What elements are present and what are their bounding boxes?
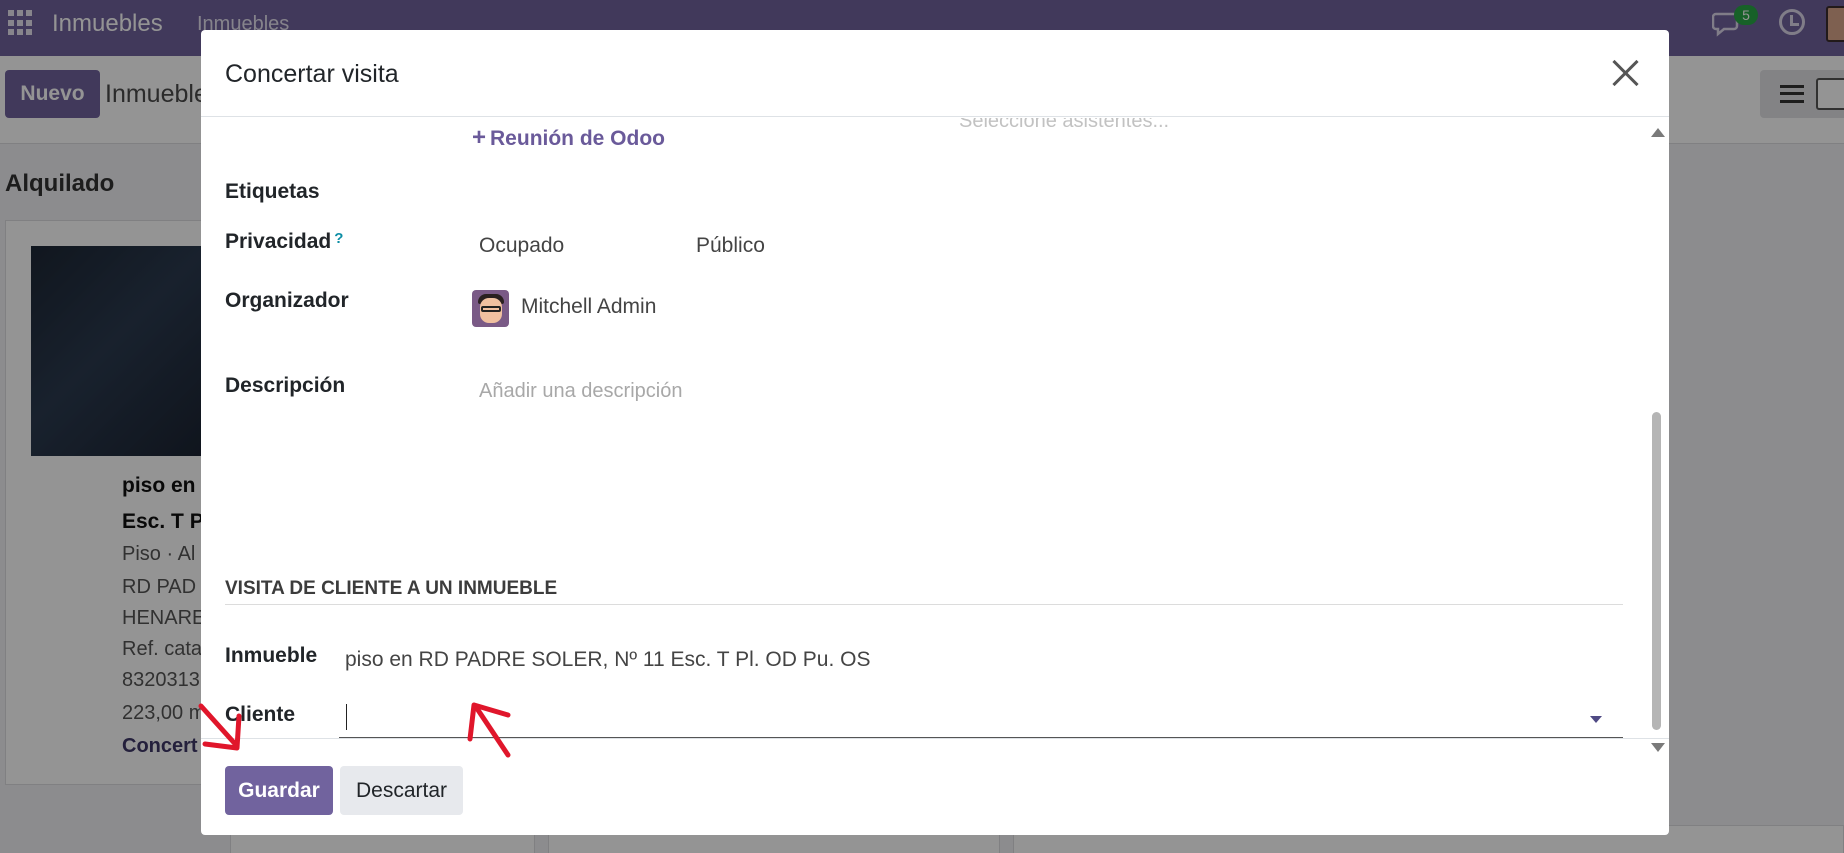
annotation-arrow-icon: [467, 702, 511, 758]
description-field[interactable]: Añadir una descripción: [479, 380, 682, 403]
scroll-up-icon[interactable]: [1651, 128, 1665, 137]
privacy-label: Privacidad?: [225, 230, 343, 254]
attendees-input[interactable]: Seleccione asistentes...: [959, 118, 1169, 133]
annotation-arrow-icon: [198, 703, 242, 751]
modal-header: Concertar visita: [201, 30, 1669, 117]
organizer-avatar: [472, 290, 509, 327]
organizer-label: Organizador: [225, 289, 349, 312]
help-icon[interactable]: ?: [334, 230, 343, 247]
show-as-select[interactable]: Ocupado: [479, 234, 564, 258]
text-cursor: [346, 704, 347, 730]
section-divider: [225, 604, 1623, 605]
dropdown-caret-icon[interactable]: [1590, 716, 1602, 723]
organizer-value[interactable]: Mitchell Admin: [521, 295, 656, 319]
close-icon[interactable]: [1608, 56, 1642, 90]
description-label: Descripción: [225, 374, 346, 397]
schedule-visit-dialog: Concertar visita Seleccione asistentes..…: [201, 30, 1669, 835]
add-meeting-label: Reunión de Odoo: [490, 127, 665, 150]
property-value[interactable]: piso en RD PADRE SOLER, Nº 11 Esc. T Pl.…: [345, 648, 870, 672]
section-title: VISITA DE CLIENTE A UN INMUEBLE: [225, 578, 558, 599]
plus-icon: +: [472, 124, 487, 151]
property-label: Inmueble: [225, 644, 318, 667]
add-odoo-meeting-button[interactable]: + Reunión de Odoo: [472, 124, 665, 152]
scrollbar-thumb[interactable]: [1652, 412, 1661, 730]
modal-footer: Guardar Descartar: [201, 738, 1669, 835]
save-button[interactable]: Guardar: [225, 766, 333, 815]
discard-button[interactable]: Descartar: [340, 766, 463, 815]
privacy-label-text: Privacidad: [225, 230, 332, 253]
modal-title: Concertar visita: [225, 60, 399, 88]
client-input[interactable]: [339, 700, 1623, 738]
scrollbar[interactable]: [1649, 118, 1665, 758]
tags-label: Etiquetas: [225, 180, 320, 203]
privacy-select[interactable]: Público: [696, 234, 765, 258]
modal-body: Seleccione asistentes... + Reunión de Odo…: [201, 118, 1669, 738]
